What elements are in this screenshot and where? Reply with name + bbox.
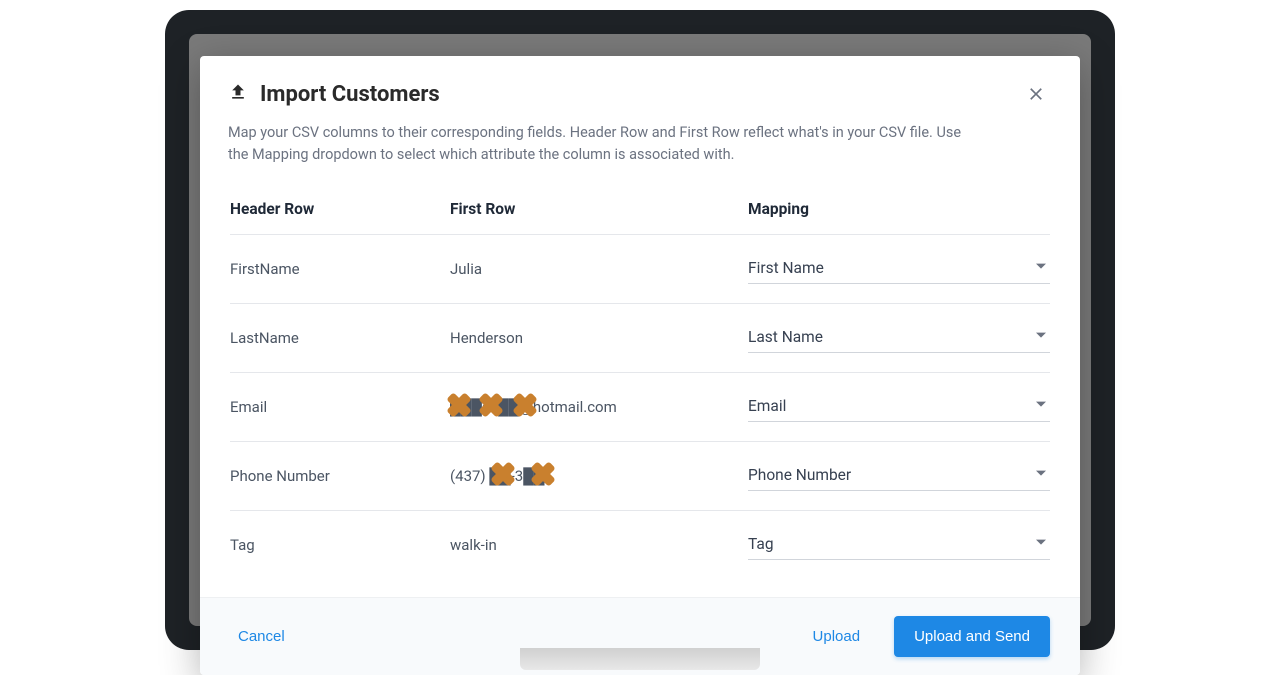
- select-value: Email: [748, 397, 786, 415]
- chevron-down-icon: [1036, 326, 1046, 345]
- first-row-value: Henderson: [450, 329, 748, 347]
- table-row: Email ███so██@hotmail.com Email: [230, 373, 1050, 442]
- modal-title-wrap: Import Customers: [228, 82, 440, 107]
- column-header-header-row: Header Row: [230, 200, 450, 218]
- column-header-first-row: First Row: [450, 200, 748, 218]
- table-row: Tag walk-in Tag: [230, 511, 1050, 579]
- select-value: Tag: [748, 535, 774, 553]
- table-row: LastName Henderson Last Name: [230, 304, 1050, 373]
- modal-description: Map your CSV columns to their correspond…: [200, 108, 1000, 172]
- header-row-value: LastName: [230, 329, 450, 347]
- first-row-value: Julia: [450, 260, 748, 278]
- mapping-select-tag[interactable]: Tag: [748, 530, 1050, 560]
- modal-header: Import Customers: [200, 56, 1080, 108]
- upload-button[interactable]: Upload: [805, 622, 869, 651]
- header-row-value: Tag: [230, 536, 450, 554]
- first-row-value: ███so██@hotmail.com: [450, 398, 748, 416]
- table-header-row: Header Row First Row Mapping: [230, 182, 1050, 235]
- device-frame: Import Customers Map your CSV columns to…: [165, 10, 1115, 650]
- import-customers-modal: Import Customers Map your CSV columns to…: [200, 56, 1080, 675]
- mapping-select-email[interactable]: Email: [748, 392, 1050, 422]
- chevron-down-icon: [1036, 533, 1046, 552]
- select-value: Phone Number: [748, 466, 851, 484]
- chevron-down-icon: [1036, 464, 1046, 483]
- header-row-value: Email: [230, 398, 450, 416]
- upload-and-send-button[interactable]: Upload and Send: [894, 616, 1050, 657]
- first-row-value: walk-in: [450, 536, 748, 554]
- header-row-value: Phone Number: [230, 467, 450, 485]
- footer-right: Upload Upload and Send: [805, 616, 1050, 657]
- first-row-value: (437) ██-3██: [450, 467, 748, 485]
- device-screen: Import Customers Map your CSV columns to…: [189, 34, 1091, 626]
- modal-title: Import Customers: [260, 82, 440, 107]
- chevron-down-icon: [1036, 257, 1046, 276]
- upload-icon: [228, 82, 248, 106]
- close-button[interactable]: [1022, 80, 1050, 108]
- header-row-value: FirstName: [230, 260, 450, 278]
- mapping-select-firstname[interactable]: First Name: [748, 254, 1050, 284]
- mapping-table: Header Row First Row Mapping FirstName J…: [200, 172, 1080, 579]
- select-value: Last Name: [748, 328, 823, 346]
- mapping-select-phone[interactable]: Phone Number: [748, 461, 1050, 491]
- cancel-button[interactable]: Cancel: [230, 622, 293, 651]
- select-value: First Name: [748, 259, 824, 277]
- device-stand: [520, 648, 760, 670]
- table-row: Phone Number (437) ██-3██ Phone Number: [230, 442, 1050, 511]
- table-row: FirstName Julia First Name: [230, 235, 1050, 304]
- mapping-select-lastname[interactable]: Last Name: [748, 323, 1050, 353]
- column-header-mapping: Mapping: [748, 200, 1050, 218]
- chevron-down-icon: [1036, 395, 1046, 414]
